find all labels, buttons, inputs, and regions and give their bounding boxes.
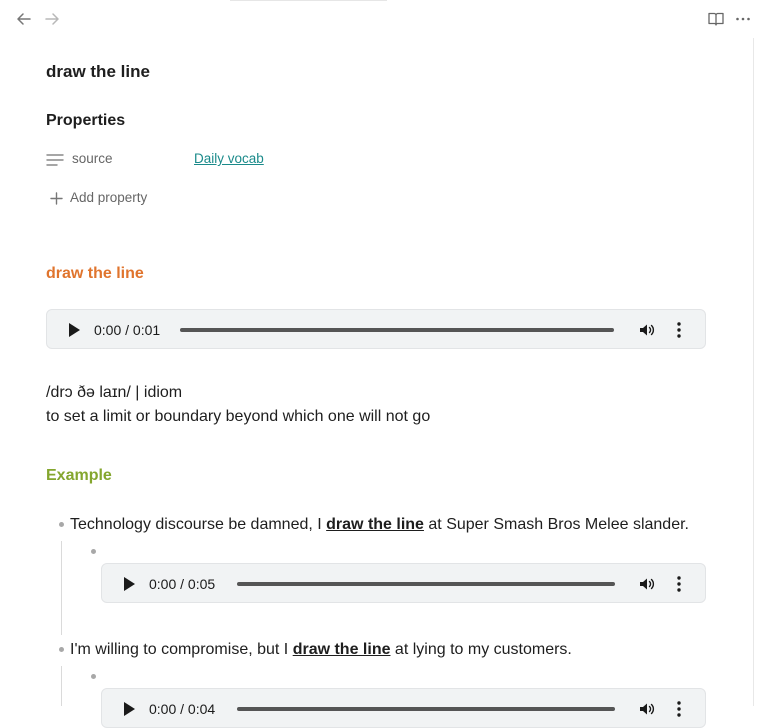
audio-progress-bar[interactable] [237,707,615,711]
kebab-menu-icon[interactable] [676,321,682,339]
volume-icon[interactable] [638,575,656,593]
definition-text: to set a limit or boundary beyond which … [46,408,431,425]
reading-view-icon[interactable] [707,10,725,28]
example-sentence-1: Technology discourse be damned, I draw t… [70,516,689,534]
kebab-menu-icon[interactable] [676,700,682,718]
audio-time: 0:00 / 0:05 [149,576,216,592]
audio-player-main[interactable]: 0:00 / 0:01 [46,309,706,349]
more-options-icon[interactable] [734,10,752,28]
property-value-link[interactable]: Daily vocab [194,151,264,166]
plus-icon [50,192,63,205]
audio-progress-bar[interactable] [180,328,614,332]
list-bullet[interactable] [59,522,64,527]
add-property-label: Add property [70,190,148,205]
nested-list-bullet[interactable] [91,549,96,554]
property-key[interactable]: source [72,151,113,166]
pane-divider [753,38,754,706]
example-highlight-phrase: draw the line [326,516,424,533]
properties-heading[interactable]: Properties [46,112,125,130]
forward-arrow-icon[interactable] [43,10,61,28]
example-text-before: I'm willing to compromise, but I [70,641,293,658]
play-icon[interactable] [124,702,135,716]
indent-guide[interactable] [61,666,62,706]
kebab-menu-icon[interactable] [676,575,682,593]
pronunciation-text: /drɔ ðə laɪn/ | idiom [46,384,183,401]
play-icon[interactable] [69,323,80,337]
example-heading: Example [46,467,112,484]
property-row-source[interactable]: source Daily vocab [46,149,646,171]
example-text-before: Technology discourse be damned, I [70,516,327,533]
active-tab-indicator [230,0,387,1]
nested-list-bullet[interactable] [91,674,96,679]
audio-time: 0:00 / 0:01 [94,322,161,338]
audio-time: 0:00 / 0:04 [149,701,216,717]
volume-icon[interactable] [638,700,656,718]
indent-guide[interactable] [61,541,62,635]
example-sentence-2: I'm willing to compromise, but I draw th… [70,641,572,659]
audio-player-example-1[interactable]: 0:00 / 0:05 [101,563,706,603]
text-lines-icon [46,154,64,166]
audio-player-example-2[interactable]: 0:00 / 0:04 [101,688,706,728]
play-icon[interactable] [124,577,135,591]
list-bullet[interactable] [59,647,64,652]
example-text-after: at Super Smash Bros Melee slander. [423,516,689,533]
audio-progress-bar[interactable] [237,582,615,586]
top-bar [0,0,757,38]
back-arrow-icon[interactable] [15,10,33,28]
word-heading: draw the line [46,265,144,282]
example-highlight-phrase: draw the line [292,641,391,658]
note-title[interactable]: draw the line [46,62,150,82]
example-text-after: at lying to my customers. [390,641,572,658]
volume-icon[interactable] [638,321,656,339]
